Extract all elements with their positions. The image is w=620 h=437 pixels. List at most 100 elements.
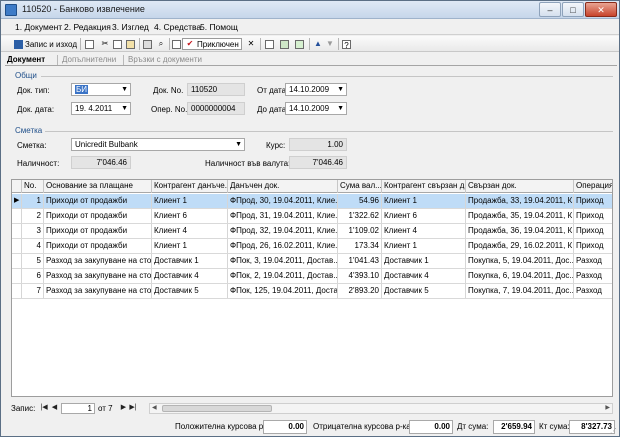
related-document-cell[interactable]: Продажба, 36, 19.04.2011, К...: [466, 224, 574, 238]
doc-type-select[interactable]: БИ ▼: [71, 83, 131, 96]
tab-additional[interactable]: Допълнителни: [62, 55, 116, 64]
related-counterparty-cell[interactable]: Доставчик 5: [382, 284, 466, 298]
maximize-button[interactable]: □: [562, 2, 584, 17]
menu-edit[interactable]: 2. Редакция: [64, 22, 111, 32]
table-row[interactable]: 6 Разход за закупуване на сто... Доставчик…: [12, 269, 612, 284]
payment-reason-cell[interactable]: Приходи от продажби: [44, 209, 152, 223]
copy-button[interactable]: [113, 38, 122, 50]
column-header[interactable]: Данъчен док.: [228, 180, 338, 193]
row-number-cell[interactable]: 7: [22, 284, 44, 298]
row-number-cell[interactable]: 2: [22, 209, 44, 223]
column-header[interactable]: No.: [22, 180, 44, 193]
related-document-cell[interactable]: Покупка, 7, 19.04.2011, Дос...: [466, 284, 574, 298]
print-button[interactable]: [143, 38, 152, 50]
operation-cell[interactable]: Приход: [574, 224, 612, 238]
help-button[interactable]: ?: [342, 38, 351, 50]
tax-counterparty-cell[interactable]: Доставчик 5: [152, 284, 228, 298]
row-number-cell[interactable]: 3: [22, 224, 44, 238]
current-record-field[interactable]: 1: [61, 403, 95, 414]
account-select[interactable]: Unicredit Bulbank ▼: [71, 138, 245, 151]
row-selector[interactable]: [12, 284, 22, 298]
tax-document-cell[interactable]: ФПок, 125, 19.04.2011, Доста...: [228, 284, 338, 298]
cut-button[interactable]: ✂: [100, 38, 110, 50]
menu-document[interactable]: 1. Документ: [15, 22, 62, 32]
operation-cell[interactable]: Приход: [574, 209, 612, 223]
table-row[interactable]: ▶ 1 Приходи от продажби Клиент 1 ФПрод, 30, …: [12, 194, 612, 209]
doc-date-field[interactable]: 19. 4.2011 ▼: [71, 102, 131, 115]
operation-cell[interactable]: Приход: [574, 239, 612, 253]
scroll-right-icon[interactable]: ▶: [605, 404, 610, 413]
related-counterparty-cell[interactable]: Клиент 4: [382, 224, 466, 238]
amount-cell[interactable]: 1'322.62: [338, 209, 382, 223]
resize-grip-icon[interactable]: ⋰: [610, 427, 618, 435]
move-up-button[interactable]: ▲: [313, 38, 323, 50]
tax-counterparty-cell[interactable]: Клиент 6: [152, 209, 228, 223]
related-document-cell[interactable]: Продажба, 33, 19.04.2011, К...: [466, 194, 574, 208]
export-button[interactable]: [295, 38, 304, 50]
close-button[interactable]: ✕: [585, 2, 617, 17]
row-number-cell[interactable]: 1: [22, 194, 44, 208]
scroll-thumb[interactable]: [162, 405, 272, 412]
scroll-left-icon[interactable]: ◀: [152, 404, 157, 413]
menu-tools[interactable]: 4. Средства: [154, 22, 201, 32]
cancel-confirm-button[interactable]: ✕: [246, 38, 256, 50]
column-header[interactable]: Операция: [574, 180, 612, 193]
to-date-field[interactable]: 14.10.2009 ▼: [285, 102, 347, 115]
operation-cell[interactable]: Разход: [574, 284, 612, 298]
edit-button[interactable]: [172, 38, 181, 50]
minimize-button[interactable]: –: [539, 2, 561, 17]
column-header[interactable]: Основание за плащане: [44, 180, 152, 193]
amount-cell[interactable]: 4'393.10: [338, 269, 382, 283]
row-number-cell[interactable]: 6: [22, 269, 44, 283]
tax-document-cell[interactable]: ФПрод, 26, 16.02.2011, Клие...: [228, 239, 338, 253]
related-counterparty-cell[interactable]: Клиент 6: [382, 209, 466, 223]
save-exit-button[interactable]: Запис и изход: [14, 38, 77, 50]
related-document-cell[interactable]: Покупка, 5, 19.04.2011, Дос...: [466, 254, 574, 268]
new-button[interactable]: [265, 38, 274, 50]
tax-document-cell[interactable]: ФПрод, 31, 19.04.2011, Клие...: [228, 209, 338, 223]
related-document-cell[interactable]: Покупка, 6, 19.04.2011, Дос...: [466, 269, 574, 283]
amount-cell[interactable]: 173.34: [338, 239, 382, 253]
tax-document-cell[interactable]: ФПок, 3, 19.04.2011, Достав...: [228, 254, 338, 268]
tax-document-cell[interactable]: ФПрод, 30, 19.04.2011, Клие...: [228, 194, 338, 208]
payment-reason-cell[interactable]: Разход за закупуване на сто...: [44, 254, 152, 268]
payment-reason-cell[interactable]: Приходи от продажби: [44, 239, 152, 253]
table-row[interactable]: 7 Разход за закупуване на сто... Доставчик…: [12, 284, 612, 299]
tax-counterparty-cell[interactable]: Доставчик 4: [152, 269, 228, 283]
payment-reason-cell[interactable]: Приходи от продажби: [44, 194, 152, 208]
from-date-field[interactable]: 14.10.2009 ▼: [285, 83, 347, 96]
last-record-button[interactable]: ▶|: [128, 403, 138, 414]
preview-button[interactable]: ⌕: [156, 38, 166, 50]
confirm-button[interactable]: ✔ Приключен: [182, 38, 242, 50]
operation-cell[interactable]: Приход: [574, 194, 612, 208]
table-row[interactable]: 5 Разход за закупуване на сто... Доставчик…: [12, 254, 612, 269]
tax-counterparty-cell[interactable]: Клиент 4: [152, 224, 228, 238]
table-row[interactable]: 3 Приходи от продажби Клиент 4 ФПрод, 32, 1…: [12, 224, 612, 239]
tax-counterparty-cell[interactable]: Клиент 1: [152, 194, 228, 208]
column-header[interactable]: Сума вал...: [338, 180, 382, 193]
related-document-cell[interactable]: Продажба, 35, 19.04.2011, К...: [466, 209, 574, 223]
menu-view[interactable]: 3. Изглед: [112, 22, 149, 32]
amount-cell[interactable]: 1'109.02: [338, 224, 382, 238]
row-selector[interactable]: [12, 209, 22, 223]
tab-links[interactable]: Връзки с документи: [128, 55, 202, 64]
column-header[interactable]: Свързан док.: [466, 180, 574, 193]
related-counterparty-cell[interactable]: Клиент 1: [382, 194, 466, 208]
row-selector[interactable]: [12, 254, 22, 268]
related-counterparty-cell[interactable]: Клиент 1: [382, 239, 466, 253]
first-record-button[interactable]: |◀: [39, 403, 49, 414]
tax-document-cell[interactable]: ФПок, 2, 19.04.2011, Достав...: [228, 269, 338, 283]
next-record-button[interactable]: ▶: [119, 403, 128, 414]
amount-cell[interactable]: 54.96: [338, 194, 382, 208]
operation-cell[interactable]: Разход: [574, 269, 612, 283]
tax-counterparty-cell[interactable]: Доставчик 1: [152, 254, 228, 268]
refresh-button[interactable]: [280, 38, 289, 50]
payment-reason-cell[interactable]: Разход за закупуване на сто...: [44, 284, 152, 298]
paste-button[interactable]: [126, 38, 135, 50]
tax-counterparty-cell[interactable]: Клиент 1: [152, 239, 228, 253]
tax-document-cell[interactable]: ФПрод, 32, 19.04.2011, Клие...: [228, 224, 338, 238]
menu-help[interactable]: 5. Помощ: [200, 22, 238, 32]
prev-record-button[interactable]: ◀: [50, 403, 59, 414]
row-selector[interactable]: [12, 269, 22, 283]
move-down-button[interactable]: ▼: [325, 38, 335, 50]
